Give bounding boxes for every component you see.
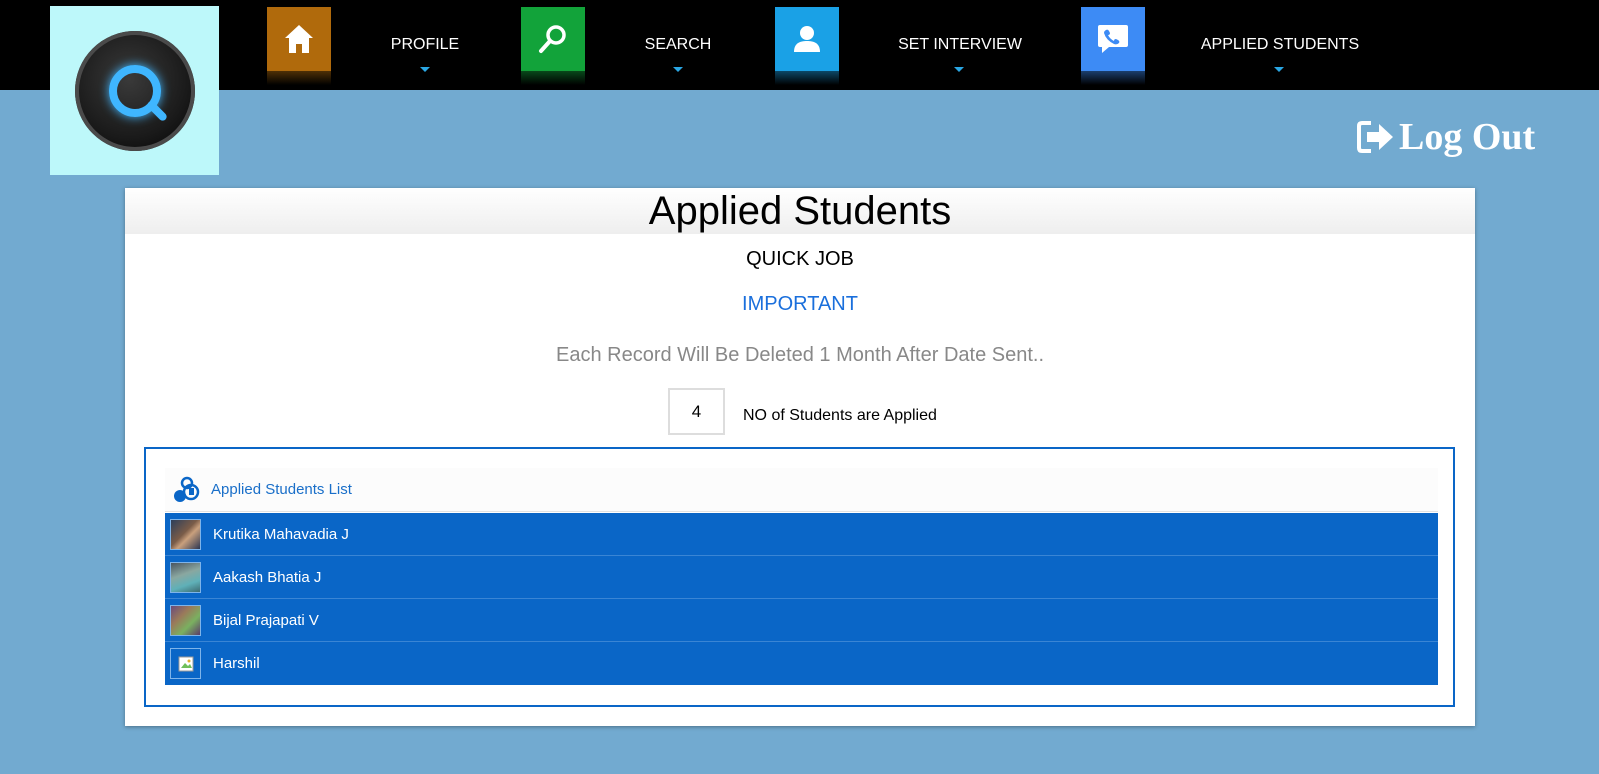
list-item[interactable]: Aakash Bhatia J xyxy=(165,556,1438,599)
nav-applied-students-label[interactable]: APPLIED STUDENTS xyxy=(1195,36,1365,54)
students-list: Krutika Mahavadia J Aakash Bhatia J Bija… xyxy=(165,513,1438,685)
home-icon xyxy=(285,25,313,53)
logout-label[interactable]: Log Out xyxy=(1399,115,1535,159)
list-item[interactable]: Krutika Mahavadia J xyxy=(165,513,1438,556)
chevron-down-icon[interactable] xyxy=(954,67,964,72)
broken-image-icon xyxy=(178,656,193,671)
app-logo[interactable] xyxy=(50,6,219,175)
nav-profile-label[interactable]: PROFILE xyxy=(360,36,490,54)
list-item[interactable]: Bijal Prajapati V xyxy=(165,599,1438,642)
applied-count-label: NO of Students are Applied xyxy=(743,406,937,424)
nav-set-interview-label[interactable]: SET INTERVIEW xyxy=(880,36,1040,54)
logo-ring-icon xyxy=(74,30,195,151)
nav-tile-search[interactable] xyxy=(521,7,585,85)
deletion-note: Each Record Will Be Deleted 1 Month Afte… xyxy=(555,344,1045,366)
students-group-icon xyxy=(173,476,201,504)
user-icon xyxy=(794,26,820,52)
avatar xyxy=(170,648,201,679)
list-title: Applied Students List xyxy=(211,481,352,498)
avatar xyxy=(170,518,201,550)
avatar xyxy=(170,561,201,593)
nav-search-label[interactable]: SEARCH xyxy=(613,36,743,54)
panel-header: Applied Students xyxy=(125,188,1475,234)
chevron-down-icon[interactable] xyxy=(1274,67,1284,72)
student-name[interactable]: Aakash Bhatia J xyxy=(213,569,321,586)
applied-count-value: 4 xyxy=(668,388,725,435)
logo-q-icon xyxy=(108,64,161,117)
nav-tile-set-interview[interactable] xyxy=(775,7,839,85)
applied-count-row: 4 NO of Students are Applied xyxy=(668,388,937,435)
top-nav-bar: PROFILE SEARCH SET INTERVIEW APPLIED STU… xyxy=(0,0,1599,90)
student-name[interactable]: Bijal Prajapati V xyxy=(213,612,319,629)
nav-tile-applied-students[interactable] xyxy=(1081,7,1145,85)
list-header: Applied Students List xyxy=(165,468,1438,512)
applied-students-panel: Applied Students QUICK JOB IMPORTANT Eac… xyxy=(125,188,1475,726)
student-name[interactable]: Harshil xyxy=(213,655,260,672)
company-name: QUICK JOB xyxy=(746,248,854,270)
applied-students-list-frame: Applied Students List Krutika Mahavadia … xyxy=(144,447,1455,707)
sign-out-icon xyxy=(1357,121,1393,153)
phone-icon xyxy=(1098,25,1128,53)
chevron-down-icon[interactable] xyxy=(420,67,430,72)
logout-link[interactable]: Log Out xyxy=(1357,115,1535,159)
chevron-down-icon[interactable] xyxy=(673,67,683,72)
list-item[interactable]: Harshil xyxy=(165,642,1438,685)
student-name[interactable]: Krutika Mahavadia J xyxy=(213,526,349,543)
search-icon xyxy=(539,25,566,53)
important-heading: IMPORTANT xyxy=(742,293,858,315)
nav-tile-profile[interactable] xyxy=(267,7,331,85)
avatar xyxy=(170,604,201,636)
page-title: Applied Students xyxy=(648,188,952,233)
